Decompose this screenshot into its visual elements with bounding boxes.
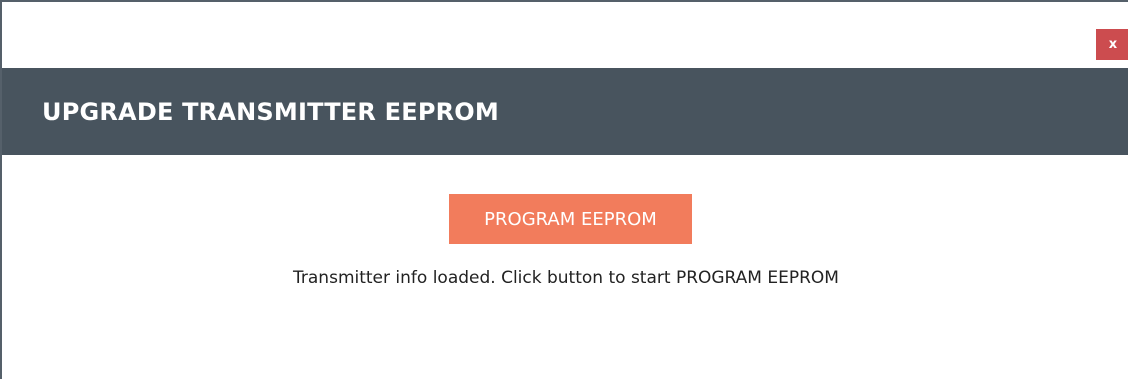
status-message: Transmitter info loaded. Click button to… bbox=[293, 268, 839, 288]
dialog-header: UPGRADE TRANSMITTER EEPROM bbox=[2, 68, 1128, 155]
upgrade-dialog: x UPGRADE TRANSMITTER EEPROM PROGRAM EEP… bbox=[0, 0, 1128, 379]
close-button[interactable]: x bbox=[1096, 29, 1128, 60]
program-eeprom-button[interactable]: PROGRAM EEPROM bbox=[449, 194, 692, 244]
program-eeprom-button-label: PROGRAM EEPROM bbox=[484, 208, 657, 230]
dialog-title: UPGRADE TRANSMITTER EEPROM bbox=[42, 97, 499, 126]
close-icon: x bbox=[1108, 37, 1118, 52]
